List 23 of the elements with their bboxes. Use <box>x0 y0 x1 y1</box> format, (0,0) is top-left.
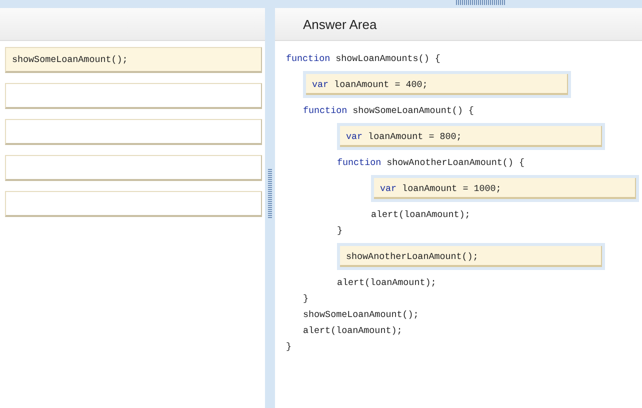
code-drop-target[interactable]: showAnotherLoanAmount(); <box>337 243 605 270</box>
code-line: function showLoanAmounts() { <box>286 52 442 66</box>
code-choice[interactable]: showSomeLoanAmount(); <box>5 47 262 73</box>
code-drop-target[interactable]: var loanAmount = 800; <box>337 123 605 150</box>
code-drop-target[interactable]: var loanAmount = 400; <box>303 71 571 98</box>
code-line: } <box>286 340 293 354</box>
splitter[interactable] <box>265 8 275 408</box>
empty-slot[interactable] <box>5 191 262 217</box>
empty-slot[interactable] <box>5 155 262 181</box>
code-line: alert(loanAmount); <box>337 276 438 290</box>
empty-slot[interactable] <box>5 119 262 145</box>
answer-area-title: Answer Area <box>275 8 642 41</box>
code-drop-target[interactable]: var loanAmount = 1000; <box>371 175 639 202</box>
code-line: function showSomeLoanAmount() { <box>303 104 475 118</box>
empty-slot[interactable] <box>5 83 262 109</box>
code-line: } <box>337 224 344 238</box>
resize-grip-icon[interactable] <box>456 0 506 5</box>
code-line: alert(loanAmount); <box>371 208 472 222</box>
code-line: alert(loanAmount); <box>303 324 404 338</box>
code-line: showSomeLoanAmount(); <box>303 308 420 322</box>
code-line: } <box>303 292 310 306</box>
resize-grip-icon[interactable] <box>268 168 272 218</box>
code-line: function showAnotherLoanAmount() { <box>337 156 526 170</box>
